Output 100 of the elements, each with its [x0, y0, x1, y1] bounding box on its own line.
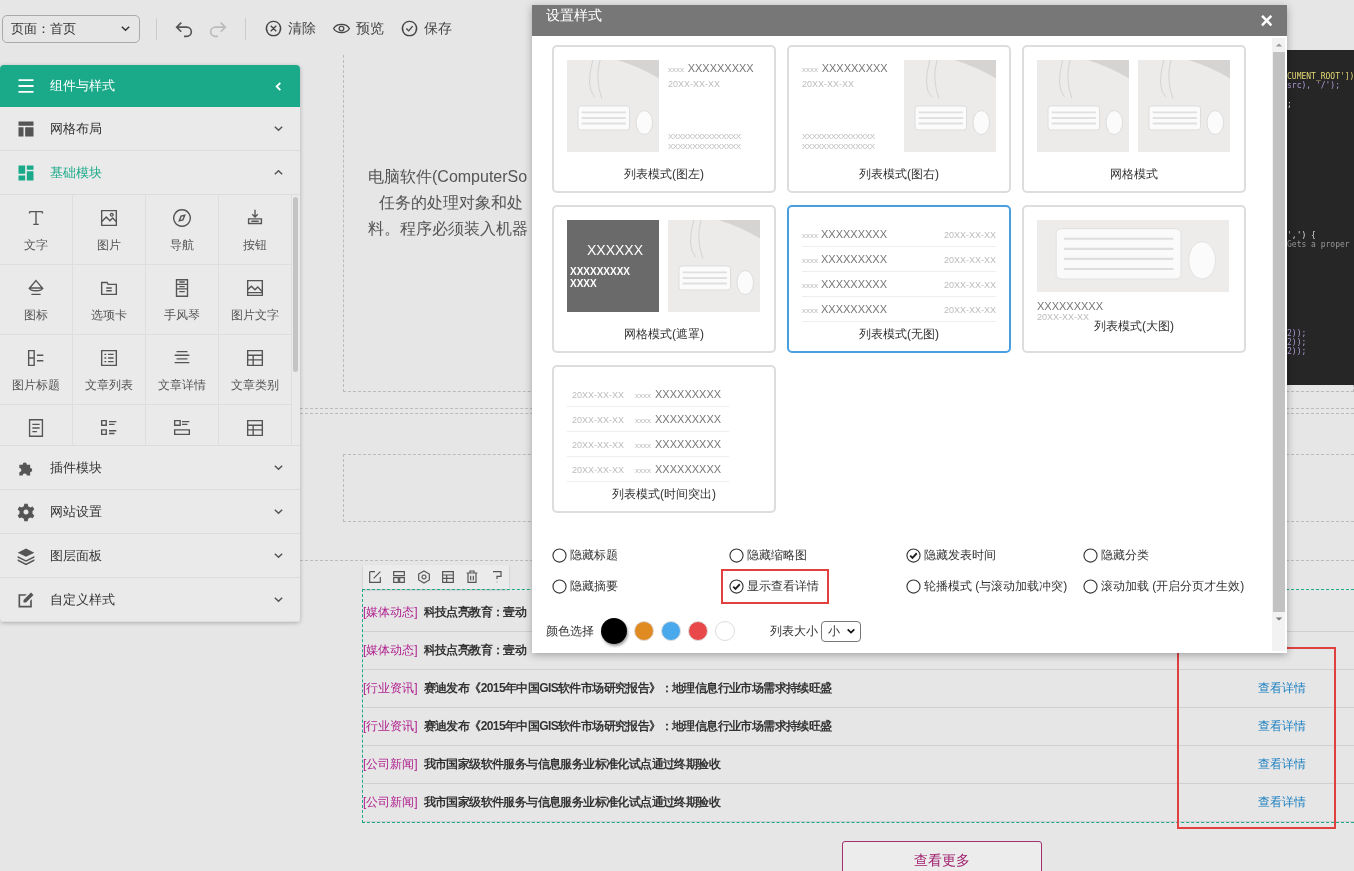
news-title[interactable]: 我市国家级软件服务与信息服务业标准化试点通过终期验收	[423, 794, 1258, 811]
preview-title: XXXXXXXXX	[655, 413, 722, 425]
module-item[interactable]: 图标	[0, 265, 73, 335]
code-line: CUMENT_ROOT'])	[1287, 72, 1354, 81]
module-item[interactable]: 图片标题	[0, 335, 73, 405]
preview-title: XXXXXXXXX	[821, 253, 888, 265]
layout-icon[interactable]	[391, 569, 408, 585]
mask-title: XXXXXX	[587, 242, 645, 258]
code-line: ;	[1287, 100, 1293, 109]
color-swatch[interactable]	[634, 621, 654, 641]
preview-date: 20XX-XX-XX	[943, 280, 996, 290]
size-label: 列表大小	[770, 622, 818, 640]
module-item[interactable]: 文字	[0, 195, 73, 265]
menu-icon[interactable]	[16, 76, 36, 96]
module-item[interactable]: 导航	[146, 195, 219, 265]
news-category[interactable]: [公司新闻]	[363, 756, 418, 773]
preview-summary: XXXXXXXXXXXXXXX	[668, 132, 742, 142]
color-swatch[interactable]	[688, 621, 708, 641]
style-name: 列表模式(图左)	[623, 166, 705, 183]
style-card[interactable]: XXXXXXXXX 20XX-XX-XX 列表模式(大图)	[1022, 205, 1246, 353]
chevron-down-icon	[273, 594, 284, 605]
module-item[interactable]: 文章类别	[219, 335, 292, 405]
color-swatch[interactable]	[661, 621, 681, 641]
news-title[interactable]: 我市国家级软件服务与信息服务业标准化试点通过终期验收	[423, 756, 1258, 773]
size-select[interactable]: 小	[821, 620, 861, 642]
style-name: 列表模式(大图)	[1093, 318, 1175, 335]
more-button[interactable]: 查看更多	[842, 841, 1042, 871]
module-item[interactable]: 选项卡	[73, 265, 146, 335]
style-card[interactable]: 网格模式	[1022, 45, 1246, 193]
dialog-title: 设置样式	[546, 6, 602, 25]
details-link[interactable]: 查看详情	[1258, 756, 1306, 773]
color-label: 颜色选择	[546, 622, 594, 640]
close-button[interactable]: ×	[1260, 9, 1273, 32]
toolbar-button[interactable]: 保存	[398, 19, 454, 38]
table-icon	[244, 417, 266, 439]
module-item[interactable]: 手风琴	[146, 265, 219, 335]
news-category[interactable]: [行业资讯]	[363, 718, 418, 735]
panel-section[interactable]: 图层面板	[0, 534, 300, 578]
page-select[interactable]: 页面：首页	[2, 14, 140, 43]
news-category[interactable]: [行业资讯]	[363, 680, 418, 697]
scroll-up-icon[interactable]	[1274, 42, 1283, 48]
panel-section[interactable]: 网格布局	[0, 107, 300, 151]
module-item[interactable]: 按钮	[219, 195, 292, 265]
news-category[interactable]: [媒体动态]	[363, 604, 418, 621]
edit-icon[interactable]	[367, 569, 384, 585]
code-line: src), '/');	[1287, 81, 1340, 90]
news-category[interactable]: [公司新闻]	[363, 794, 418, 811]
image-text-icon	[244, 277, 266, 299]
toolbar-button[interactable]: 预览	[330, 19, 386, 38]
module-item[interactable]: 图片	[73, 195, 146, 265]
panel-section[interactable]: 插件模块	[0, 446, 300, 490]
table-icon[interactable]	[440, 569, 457, 585]
gear-icon	[16, 501, 36, 522]
settings-icon[interactable]	[415, 569, 432, 585]
circle-icon	[552, 548, 567, 563]
paragraph-line: 料。程序必须装入机器	[368, 219, 528, 239]
panel-section[interactable]: 自定义样式	[0, 578, 300, 622]
preview-summary: XXXXXXXXXXXXXXX	[802, 132, 876, 142]
panel-section[interactable]: 网站设置	[0, 490, 300, 534]
panel-title: 组件与样式	[50, 77, 116, 95]
preview-title: XXXXXXXXX	[655, 463, 722, 475]
module-item[interactable]: 图片文字	[219, 265, 292, 335]
chevron-down-icon	[273, 462, 284, 473]
checked-circle-icon	[906, 548, 921, 563]
news-title[interactable]: 赛迪发布《2015年中国GIS软件市场研究报告》：地理信息行业市场需求持续旺盛	[423, 718, 1258, 735]
scrollbar[interactable]	[293, 197, 298, 372]
code-line: Gets a proper	[1287, 240, 1351, 249]
module-item[interactable]: 文章详情	[146, 335, 219, 405]
preview-date: 20XX-XX-XX	[802, 79, 856, 89]
checked-circle-icon	[729, 579, 744, 594]
style-card[interactable]: XXXXXX XXXXXXXXX XXXX 网格模式(遮罩)	[552, 205, 776, 353]
details-link[interactable]: 查看详情	[1258, 794, 1306, 811]
preview-date: 20XX-XX-XX	[572, 415, 625, 425]
details-link[interactable]: 查看详情	[1258, 718, 1306, 735]
toolbar-button[interactable]: 清除	[262, 19, 318, 38]
preview-title: XXXXXXXXX	[687, 62, 754, 74]
news-title[interactable]: 赛迪发布《2015年中国GIS软件市场研究报告》：地理信息行业市场需求持续旺盛	[423, 680, 1258, 697]
chevron-left-icon[interactable]	[273, 80, 284, 92]
option-checkbox[interactable]: 显示查看详情	[721, 569, 829, 604]
news-category[interactable]: [媒体动态]	[363, 642, 418, 659]
style-name: 列表模式(图右)	[858, 166, 940, 183]
preview-title: XXXXXXXXX	[821, 303, 888, 315]
scrollbar[interactable]	[1272, 38, 1285, 651]
color-swatch[interactable]	[715, 621, 735, 641]
code-line: ',') {	[1287, 231, 1317, 240]
details-link[interactable]: 查看详情	[1258, 680, 1306, 697]
code-line: 2));	[1287, 347, 1308, 356]
preview-date: 20XX-XX-XX	[943, 305, 996, 315]
color-swatch[interactable]	[601, 618, 627, 644]
module-item[interactable]: 文章列表	[73, 335, 146, 405]
mask-summary: XXXXXXXXX	[570, 266, 632, 278]
list-icon	[98, 347, 120, 369]
preview-title: XXXXXXXXX	[821, 278, 888, 290]
scroll-down-icon[interactable]	[1274, 616, 1283, 622]
preview-date: 20XX-XX-XX	[943, 230, 996, 240]
circle-icon	[729, 548, 744, 563]
preview-date: 20XX-XX-XX	[668, 79, 722, 89]
image-icon	[98, 207, 120, 229]
preview-title: XXXXXXXXX	[655, 388, 722, 400]
compass-icon	[171, 207, 193, 229]
